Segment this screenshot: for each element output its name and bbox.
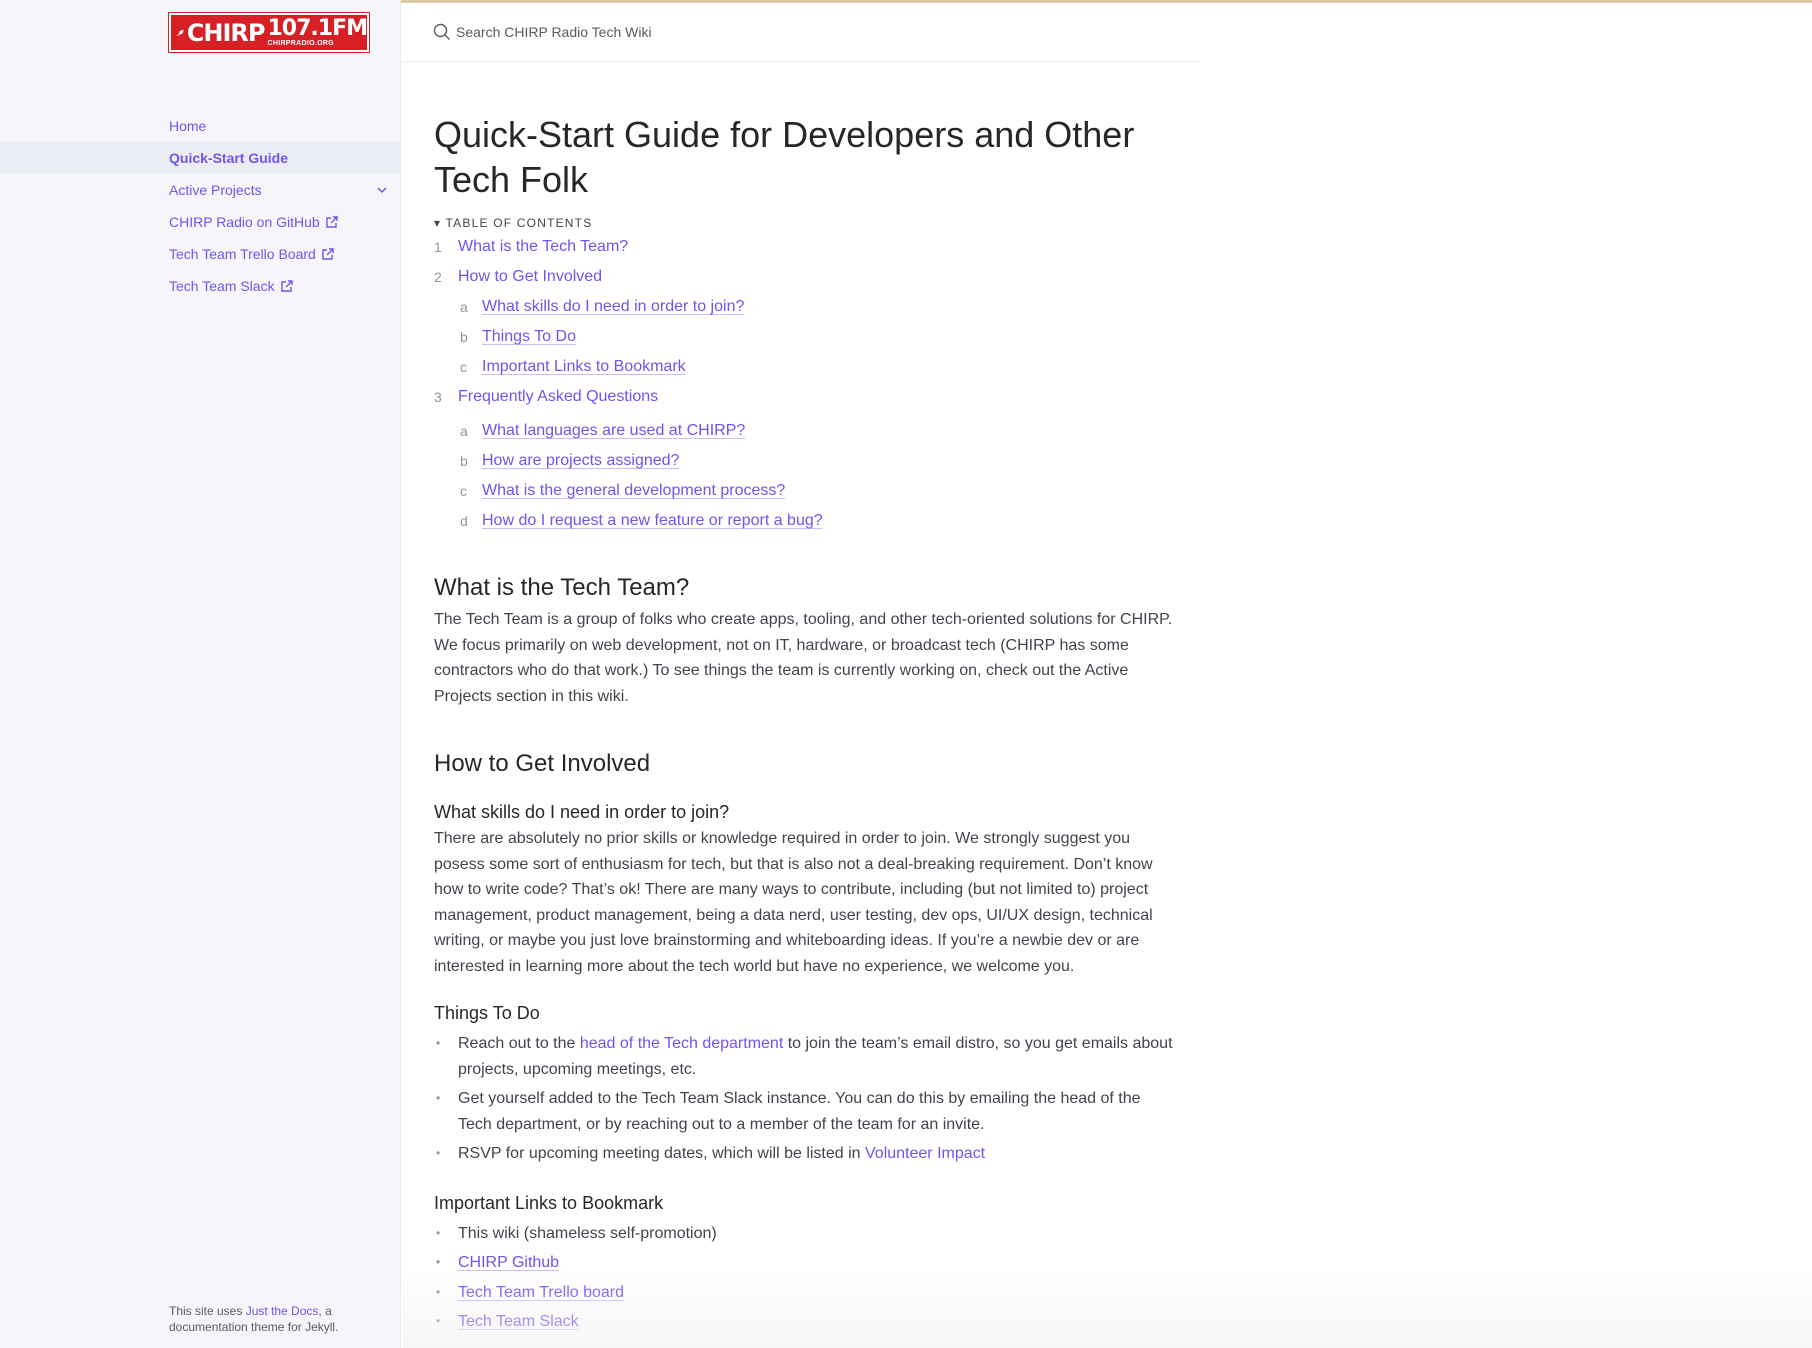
toc-number: c <box>460 359 467 375</box>
tech-head-link[interactable]: head of the Tech department <box>580 1035 783 1052</box>
section-heading-tech-team: What is the Tech Team? <box>434 574 690 601</box>
toc-item: b How are projects assigned? <box>434 449 1174 479</box>
toc-item: c Important Links to Bookmark <box>434 355 1174 385</box>
toc-item: 2 How to Get Involved <box>434 265 1174 295</box>
tech-team-paragraph: The Tech Team is a group of folks who cr… <box>434 611 1173 705</box>
toc-link[interactable]: How to Get Involved <box>458 268 602 285</box>
toc-item: b Things To Do <box>434 325 1174 355</box>
sidebar-item-label: CHIRP Radio on GitHub <box>169 214 320 230</box>
logo-url: CHIRPRADIO.ORG <box>267 39 334 47</box>
toc-number: a <box>460 299 468 315</box>
chirp-github-link[interactable]: CHIRP Github <box>458 1254 559 1271</box>
toc-item: d How do I request a new feature or repor… <box>434 509 1174 539</box>
toc-number: b <box>460 453 468 469</box>
sidebar-nav: Home Quick-Start Guide Active Projects C… <box>0 110 401 302</box>
toc-link[interactable]: What skills do I need in order to join? <box>482 298 744 315</box>
sidebar-item-label: Tech Team Trello Board <box>169 246 316 262</box>
sidebar-footer: This site uses Just the Docs, a document… <box>169 1303 369 1335</box>
toc-number: c <box>460 483 467 499</box>
toc-link[interactable]: How are projects assigned? <box>482 452 679 469</box>
toc-item: 3 Frequently Asked Questions <box>434 385 1174 419</box>
footer-text: This site uses <box>169 1304 246 1318</box>
sidebar-item-github[interactable]: CHIRP Radio on GitHub <box>0 206 401 238</box>
important-links-list: This wiki (shameless self-promotion) CHI… <box>434 1221 1174 1335</box>
external-link-icon <box>321 247 335 261</box>
subheading-skills: What skills do I need in order to join? <box>434 802 730 822</box>
sidebar-item-label: Tech Team Slack <box>169 278 275 294</box>
list-item: Get yourself added to the Tech Team Slac… <box>434 1086 1174 1137</box>
sidebar-item-slack[interactable]: Tech Team Slack <box>0 270 401 302</box>
trello-board-link[interactable]: Tech Team Trello board <box>458 1284 624 1301</box>
toc-link[interactable]: What is the Tech Team? <box>458 238 628 255</box>
subheading-important-links: Important Links to Bookmark <box>434 1192 664 1213</box>
list-item: RSVP for upcoming meeting dates, which w… <box>434 1141 1174 1167</box>
site-logo[interactable]: CHIRP 107.1FM CHIRPRADIO.ORG <box>169 13 369 52</box>
toc-number: d <box>460 513 468 529</box>
sidebar: CHIRP 107.1FM CHIRPRADIO.ORG Home Quick-… <box>0 0 401 1348</box>
toc-link[interactable]: What is the general development process? <box>482 482 785 499</box>
list-text: RSVP for upcoming meeting dates, which w… <box>458 1145 866 1162</box>
main-content: Quick-Start Guide for Developers and Oth… <box>434 112 1174 1339</box>
tech-team-slack-link[interactable]: Tech Team Slack <box>458 1313 579 1330</box>
sidebar-item-label: Active Projects <box>169 182 262 198</box>
sidebar-item-active-projects[interactable]: Active Projects <box>0 174 401 206</box>
search-input[interactable] <box>456 18 1056 46</box>
volunteer-impact-link[interactable]: Volunteer Impact <box>865 1145 985 1162</box>
logo-wordmark: CHIRP <box>186 18 266 47</box>
section-heading-get-involved: How to Get Involved <box>434 750 651 777</box>
toc-link[interactable]: Important Links to Bookmark <box>482 358 686 375</box>
toc-link[interactable]: What languages are used at CHIRP? <box>482 422 745 439</box>
list-text: This wiki (shameless self-promotion) <box>458 1224 717 1242</box>
sidebar-item-home[interactable]: Home <box>0 110 401 142</box>
table-of-contents: 1 What is the Tech Team? 2 How to Get Invo… <box>434 235 1174 539</box>
toc-number: 2 <box>434 269 442 285</box>
toc-item: 1 What is the Tech Team? <box>434 235 1174 265</box>
search-icon <box>433 23 450 40</box>
external-link-icon <box>325 215 339 229</box>
list-text: Reach out to the <box>458 1035 580 1052</box>
toc-link[interactable]: How do I request a new feature or report… <box>482 512 823 529</box>
external-link-icon <box>280 279 294 293</box>
toc-item: a What languages are used at CHIRP? <box>434 419 1174 449</box>
toc-link[interactable]: Things To Do <box>482 328 576 345</box>
toc-toggle[interactable]: ▾ Table of contents <box>434 216 1174 230</box>
just-the-docs-link[interactable]: Just the Docs <box>246 1304 319 1318</box>
list-text: Get yourself added to the Tech Team Slac… <box>458 1090 1141 1133</box>
chevron-down-icon[interactable] <box>375 183 389 197</box>
toc-number: b <box>460 329 468 345</box>
list-item: This wiki (shameless self-promotion) <box>434 1221 1174 1247</box>
sidebar-item-label: Home <box>169 118 207 134</box>
list-item: Reach out to the head of the Tech depart… <box>434 1031 1174 1082</box>
list-item: Tech Team Slack <box>434 1309 1174 1335</box>
sidebar-item-quick-start-guide[interactable]: Quick-Start Guide <box>0 142 401 174</box>
skills-paragraph: There are absolutely no prior skills or … <box>434 830 1153 975</box>
list-item: CHIRP Github <box>434 1250 1174 1276</box>
sidebar-item-trello[interactable]: Tech Team Trello Board <box>0 238 401 270</box>
subheading-things-to-do: Things To Do <box>434 1003 540 1023</box>
sidebar-item-label: Quick-Start Guide <box>169 150 289 166</box>
page-title: Quick-Start Guide for Developers and Oth… <box>434 114 1135 200</box>
logo-frequency: 107.1FM <box>267 15 367 41</box>
toc-item: a What skills do I need in order to join? <box>434 295 1174 325</box>
list-item: Tech Team Trello board <box>434 1280 1174 1306</box>
toc-number: 1 <box>434 239 442 255</box>
toc-item: c What is the general development process… <box>434 479 1174 509</box>
toc-number: 3 <box>434 389 442 405</box>
toc-link[interactable]: Frequently Asked Questions <box>458 388 658 405</box>
bird-icon <box>176 29 185 36</box>
things-to-do-list: Reach out to the head of the Tech depart… <box>434 1031 1174 1167</box>
toc-number: a <box>460 423 468 439</box>
